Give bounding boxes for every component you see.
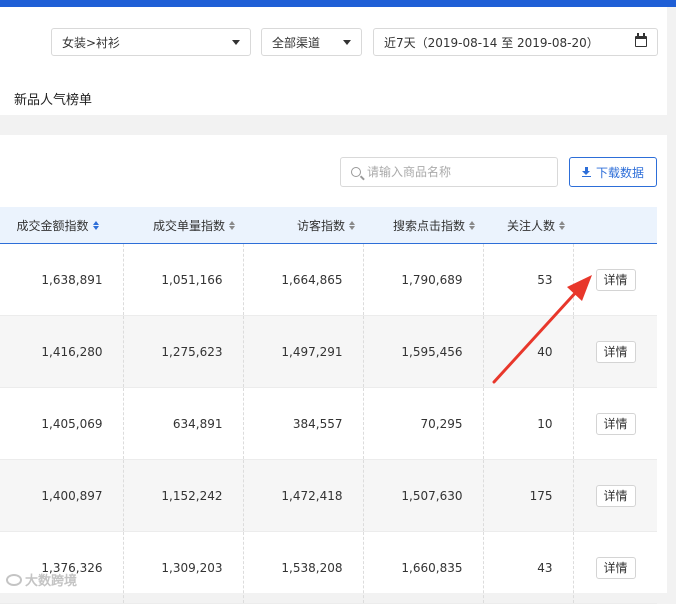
column-header-search-click-index[interactable]: 搜索点击指数 [363,207,483,244]
channel-select[interactable]: 全部渠道 [261,28,362,56]
detail-button[interactable]: 详情 [595,556,636,579]
column-header-gmv-index[interactable]: 成交金额指数 [0,207,123,244]
chevron-down-icon [232,40,240,45]
calendar-icon [635,33,647,47]
cell-visitor-index: 1,472,418 [243,459,364,532]
column-header-label: 访客指数 [296,218,345,233]
detail-button[interactable]: 详情 [595,268,636,291]
cell-action: 详情 [573,459,657,532]
section-title: 新品人气榜单 [14,93,93,108]
column-header-label: 成交金额指数 [16,218,89,233]
column-header-label: 关注人数 [506,218,555,233]
download-button-label: 下载数据 [595,165,644,180]
column-header-label: 搜索点击指数 [392,218,465,233]
column-header-order-index[interactable]: 成交单量指数 [123,207,243,244]
cell-search-click-index: 70,295 [363,387,484,460]
sort-icon[interactable] [559,220,565,230]
cell-order-index: 1,152,242 [123,459,244,532]
top-accent-bar [0,0,676,7]
detail-button[interactable]: 详情 [595,484,636,507]
table-row: 1,400,897 1,152,242 1,472,418 1,507,630 … [0,459,657,532]
cell-visitor-index: 1,664,865 [243,243,364,316]
product-search[interactable] [340,157,558,187]
category-select[interactable]: 女装>衬衫 [51,28,251,56]
date-range-value: 近7天（2019-08-14 至 2019-08-20） [384,35,599,50]
cell-gmv-index: 1,405,069 [0,387,124,460]
chevron-down-icon [343,40,351,45]
sort-icon[interactable] [349,220,355,230]
sort-icon[interactable] [469,220,475,230]
cell-action: 详情 [573,315,657,388]
category-select-value: 女装>衬衫 [62,35,121,50]
search-icon [351,167,361,177]
column-header-label: 成交单量指数 [152,218,225,233]
sort-icon[interactable] [229,220,235,230]
watermark-logo-icon [6,573,22,586]
cell-search-click-index: 1,507,630 [363,459,484,532]
download-data-button[interactable]: 下载数据 [569,157,657,187]
channel-select-value: 全部渠道 [272,35,321,50]
ranking-table-panel: 下载数据 成交金额指数 成交单量指数 访客指数 搜索点击指数 关注人数 1,63… [0,135,667,604]
search-input[interactable] [361,164,549,180]
cell-search-click-index: 1,595,456 [363,315,484,388]
column-header-visitor-index[interactable]: 访客指数 [243,207,363,244]
detail-button[interactable]: 详情 [595,340,636,363]
table-row: 1,405,069 634,891 384,557 70,295 10 详情 [0,387,657,460]
cell-gmv-index: 1,638,891 [0,243,124,316]
cell-order-index: 634,891 [123,387,244,460]
watermark: 大数跨境 [6,570,77,589]
table-row: 1,638,891 1,051,166 1,664,865 1,790,689 … [0,243,657,316]
download-icon [581,167,591,177]
date-range-picker[interactable]: 近7天（2019-08-14 至 2019-08-20） [373,28,658,56]
cell-search-click-index: 1,790,689 [363,243,484,316]
column-header-action [573,207,657,244]
detail-button[interactable]: 详情 [595,412,636,435]
cell-followers: 53 [483,243,574,316]
cell-visitor-index: 1,497,291 [243,315,364,388]
watermark-text: 大数跨境 [25,574,78,589]
filter-panel: 女装>衬衫 全部渠道 近7天（2019-08-14 至 2019-08-20） … [0,7,667,115]
column-header-followers[interactable]: 关注人数 [483,207,573,244]
cell-order-index: 1,051,166 [123,243,244,316]
ranking-table: 成交金额指数 成交单量指数 访客指数 搜索点击指数 关注人数 1,638,891… [0,207,657,604]
cell-gmv-index: 1,400,897 [0,459,124,532]
cell-gmv-index: 1,416,280 [0,315,124,388]
table-header-row: 成交金额指数 成交单量指数 访客指数 搜索点击指数 关注人数 [0,207,657,244]
cell-followers: 10 [483,387,574,460]
table-row: 1,416,280 1,275,623 1,497,291 1,595,456 … [0,315,657,388]
cell-action: 详情 [573,243,657,316]
cell-action: 详情 [573,387,657,460]
cell-followers: 175 [483,459,574,532]
cell-followers: 40 [483,315,574,388]
cell-visitor-index: 384,557 [243,387,364,460]
cell-order-index: 1,275,623 [123,315,244,388]
sort-icon[interactable] [92,220,99,230]
